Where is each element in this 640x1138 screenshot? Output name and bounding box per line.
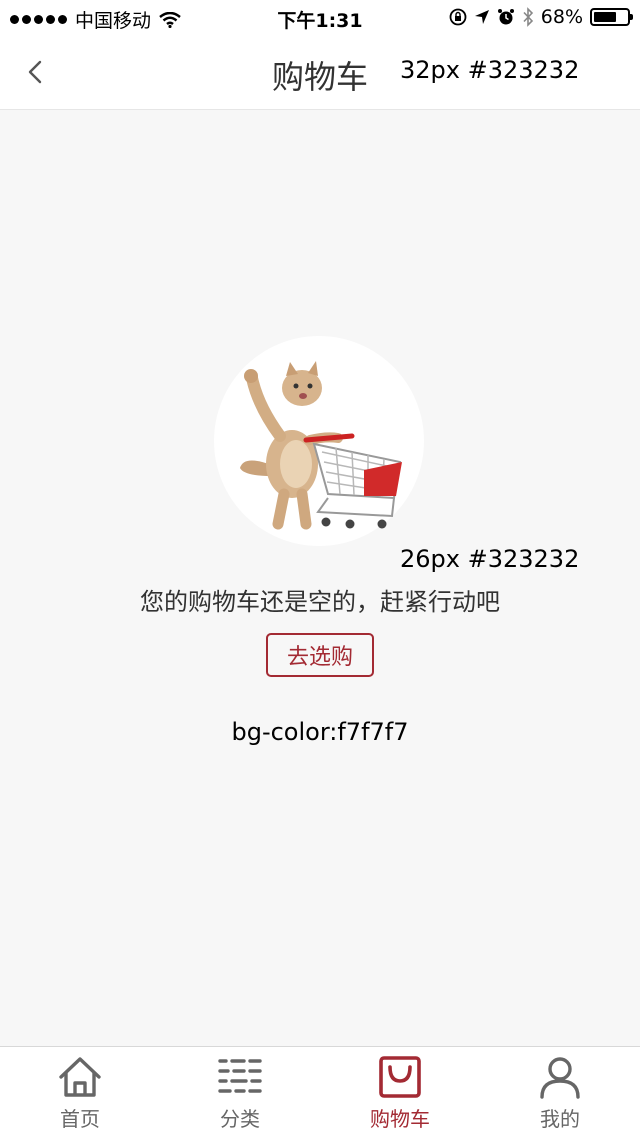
tab-home[interactable]: 首页	[0, 1047, 160, 1138]
message-spec-annotation: 26px #323232	[400, 545, 580, 573]
tab-label: 购物车	[370, 1107, 430, 1131]
status-bar: 中国移动 下午1:31 68%	[0, 0, 640, 36]
home-icon	[59, 1057, 101, 1097]
battery-percent: 68%	[540, 6, 583, 28]
background-spec-annotation: bg-color:f7f7f7	[231, 718, 409, 746]
title-spec-annotation: 32px #323232	[400, 56, 580, 84]
empty-cart-illustration	[214, 336, 424, 546]
bottom-tab-bar: 首页 分类 购物车 我的	[0, 1046, 640, 1138]
alarm-icon	[497, 9, 514, 25]
battery-fill	[594, 12, 616, 22]
shopping-bag-icon	[379, 1056, 421, 1098]
status-right: 68%	[449, 6, 633, 28]
tab-profile[interactable]: 我的	[480, 1047, 640, 1138]
tab-category[interactable]: 分类	[160, 1047, 320, 1138]
tab-label: 首页	[60, 1107, 100, 1131]
location-arrow-icon	[474, 10, 489, 24]
nav-bar: 购物车 32px #323232	[0, 36, 640, 110]
orientation-lock-icon	[449, 8, 467, 26]
go-shopping-button[interactable]: 去选购	[266, 633, 374, 677]
cat-with-cart-image	[240, 361, 402, 530]
tab-label: 我的	[540, 1107, 580, 1131]
battery-icon	[590, 8, 633, 26]
tab-label: 分类	[220, 1107, 260, 1131]
user-icon	[540, 1057, 580, 1099]
tab-cart[interactable]: 购物车	[320, 1047, 480, 1138]
bluetooth-icon	[523, 7, 533, 27]
category-list-icon	[218, 1059, 262, 1093]
empty-cart-message: 您的购物车还是空的，赶紧行动吧	[140, 588, 500, 616]
